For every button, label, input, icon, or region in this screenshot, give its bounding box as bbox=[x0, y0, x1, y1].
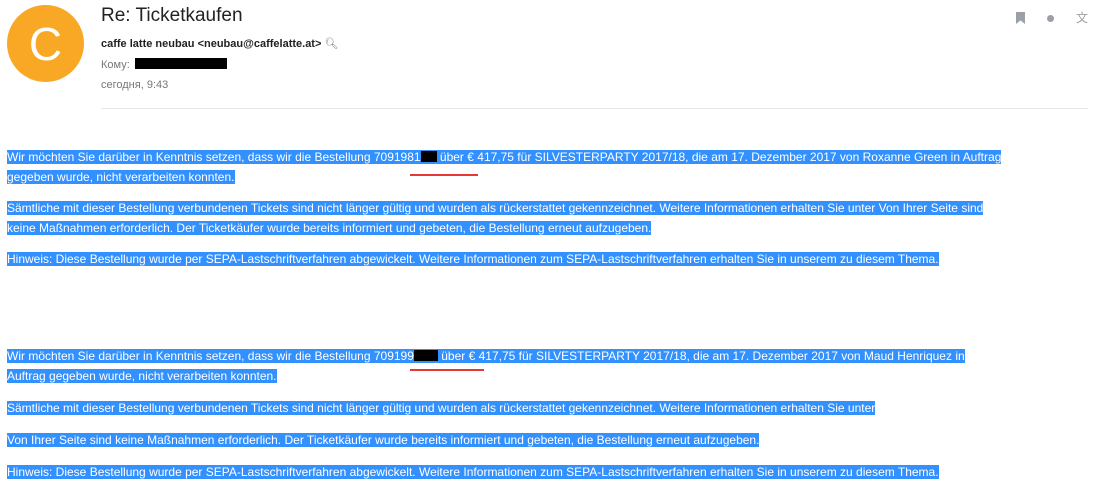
block2-paragraph-3: Von Ihrer Seite sind keine Maßnahmen erf… bbox=[7, 430, 1092, 450]
unread-dot-icon[interactable] bbox=[1046, 14, 1054, 22]
avatar-letter: C bbox=[28, 17, 63, 70]
redacted-order-number bbox=[413, 350, 438, 361]
block1-p1-text-c: gegeben wurde, nicht verarbeiten konnten… bbox=[7, 170, 235, 184]
bookmark-icon[interactable] bbox=[1015, 12, 1025, 24]
block1-paragraph-1: Wir möchten Sie darüber in Kenntnis setz… bbox=[7, 147, 1092, 187]
sender-line[interactable]: caffe latte neubau <neubau@caffelatte.at… bbox=[101, 37, 338, 50]
block1-p1-text-b: über € 417,75 für SILVESTERPARTY 2017/18… bbox=[436, 150, 1002, 164]
block1-paragraph-3: Hinweis: Diese Bestellung wurde per SEPA… bbox=[7, 249, 1092, 269]
block2-paragraph-1: Wir möchten Sie darüber in Kenntnis setz… bbox=[7, 346, 1092, 386]
block2-p1-text-b: über € 417,75 für SILVESTERPARTY 2017/18… bbox=[437, 349, 965, 363]
recipient-label: Кому: bbox=[101, 59, 130, 71]
search-icon[interactable]: 🔍︎ bbox=[324, 38, 338, 50]
email-date: сегодня, 9:43 bbox=[101, 79, 169, 91]
block1-paragraph-2: Sämtliche mit dieser Bestellung verbunde… bbox=[7, 198, 1092, 238]
block1-p3-text: Hinweis: Diese Bestellung wurde per SEPA… bbox=[7, 252, 939, 266]
redacted-recipient bbox=[134, 58, 227, 69]
recipient-line: Кому: bbox=[101, 58, 227, 71]
order-number-underline bbox=[410, 174, 478, 176]
header-divider bbox=[101, 108, 1088, 109]
block2-paragraph-4: Hinweis: Diese Bestellung wurde per SEPA… bbox=[7, 462, 1092, 482]
block1-p2-text-a: Sämtliche mit dieser Bestellung verbunde… bbox=[7, 201, 984, 215]
header-actions: 文 bbox=[1015, 12, 1088, 24]
order-number-underline bbox=[410, 369, 484, 371]
translate-icon[interactable]: 文 bbox=[1076, 12, 1088, 24]
block2-p1-text-c: Auftrag gegeben wurde, nicht verarbeiten… bbox=[7, 369, 277, 383]
block2-paragraph-2: Sämtliche mit dieser Bestellung verbunde… bbox=[7, 398, 1092, 418]
email-subject: Re: Ticketkaufen bbox=[101, 5, 243, 26]
block2-p4-text: Hinweis: Diese Bestellung wurde per SEPA… bbox=[7, 465, 939, 479]
block1-p2-text-b: keine Maßnahmen erforderlich. Der Ticket… bbox=[7, 221, 652, 235]
block2-p1-text-a: Wir möchten Sie darüber in Kenntnis setz… bbox=[7, 349, 414, 363]
block2-p2-text: Sämtliche mit dieser Bestellung verbunde… bbox=[7, 401, 876, 415]
sender-avatar[interactable]: C bbox=[7, 5, 84, 82]
block1-p1-text-a: Wir möchten Sie darüber in Kenntnis setz… bbox=[7, 150, 421, 164]
redacted-order-number bbox=[420, 151, 437, 162]
sender-address[interactable]: caffe latte neubau <neubau@caffelatte.at… bbox=[101, 38, 321, 50]
block2-p3-text: Von Ihrer Seite sind keine Maßnahmen erf… bbox=[7, 433, 760, 447]
